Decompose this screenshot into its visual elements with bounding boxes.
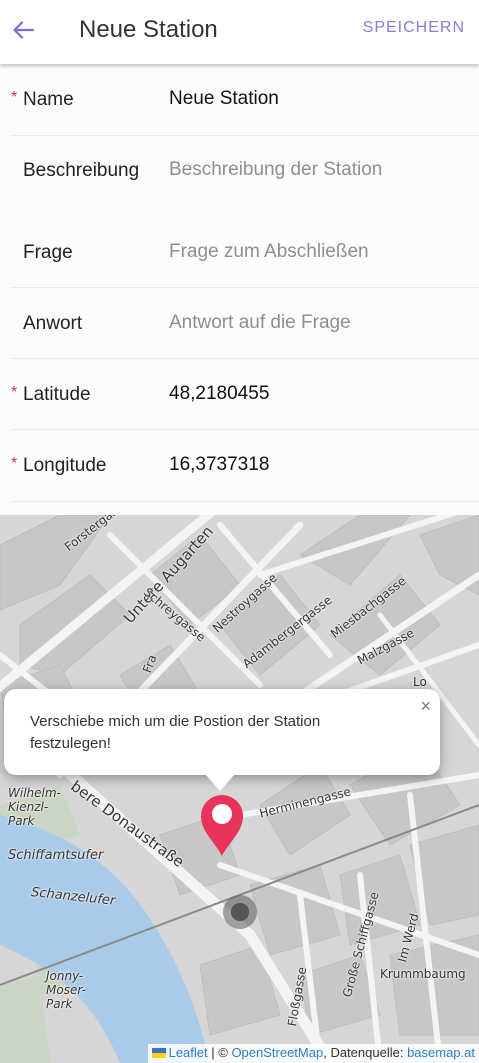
ukraine-flag-icon — [151, 1048, 166, 1058]
question-input[interactable] — [169, 241, 469, 263]
description-input[interactable] — [169, 159, 469, 181]
current-location-dot — [223, 895, 257, 929]
attribution-separator: | © — [207, 1045, 232, 1060]
answer-input[interactable] — [169, 312, 469, 334]
longitude-input[interactable] — [169, 454, 469, 476]
street-label: Krummbaumg — [380, 967, 466, 981]
page-title: Neue Station — [79, 16, 218, 43]
map-pin-icon — [201, 795, 243, 856]
street-label: Schiffamtsufer — [8, 848, 104, 863]
attribution-source: , Datenquelle: — [323, 1045, 408, 1060]
map-attribution: Leaflet | © OpenStreetMap, Datenquelle: … — [147, 1044, 479, 1063]
park-label: Jonny-Moser-Park — [46, 969, 86, 1011]
required-mark: * — [11, 89, 18, 106]
map-view[interactable]: Forstergasse Untere Augarten Schreygasse… — [0, 515, 479, 1063]
app-header: Neue Station SPEICHERN — [0, 0, 479, 64]
longitude-label: Longitude — [23, 455, 107, 476]
popup-text: Verschiebe mich um die Postion der Stati… — [30, 713, 321, 752]
question-row: Frage — [11, 216, 479, 288]
latitude-row: * Latitude — [11, 359, 479, 430]
longitude-row: * Longitude — [11, 430, 479, 502]
street-label: Lo — [413, 675, 427, 689]
answer-label: Anwort — [23, 313, 83, 334]
leaflet-link[interactable]: Leaflet — [169, 1045, 208, 1060]
back-button[interactable] — [6, 12, 40, 48]
basemap-link[interactable]: basemap.at — [407, 1045, 475, 1060]
latitude-input[interactable] — [169, 383, 469, 405]
name-input[interactable] — [169, 88, 469, 110]
arrow-left-icon — [13, 21, 34, 39]
required-mark: * — [11, 384, 18, 401]
station-form: * Name Beschreibung Frage Anwort * Latit… — [0, 64, 479, 502]
description-row: Beschreibung — [11, 136, 479, 216]
park-label: Wilhelm-Kienzl-Park — [8, 786, 61, 828]
marker-popup: Verschiebe mich um die Postion der Stati… — [4, 689, 440, 775]
osm-link[interactable]: OpenStreetMap — [231, 1045, 323, 1060]
name-row: * Name — [11, 64, 479, 136]
answer-row: Anwort — [11, 288, 479, 359]
description-label: Beschreibung — [23, 160, 140, 181]
station-marker[interactable] — [197, 792, 247, 858]
close-icon[interactable]: × — [420, 696, 431, 717]
question-label: Frage — [23, 242, 73, 263]
save-button[interactable]: SPEICHERN — [363, 19, 465, 37]
required-mark: * — [11, 455, 18, 472]
popup-tip — [206, 775, 234, 791]
latitude-label: Latitude — [23, 384, 91, 405]
name-label: Name — [23, 89, 74, 110]
